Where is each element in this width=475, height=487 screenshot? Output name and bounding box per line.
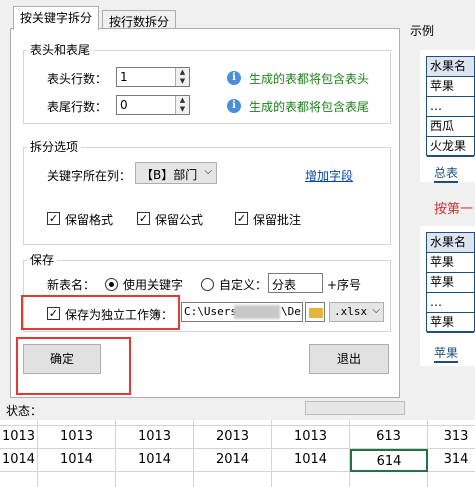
progress-bar: [305, 401, 405, 415]
header-rows-label: 表头行数：: [47, 72, 108, 86]
header-hint: 生成的表都将包含表头: [249, 72, 370, 86]
custom-name-radio[interactable]: [201, 278, 214, 291]
footer-hint: 生成的表都将包含表尾: [249, 100, 370, 114]
grid-cell[interactable]: 314: [428, 449, 475, 472]
example-bottom-table: 水果名 苹果 苹果… 苹果: [426, 232, 475, 333]
grid-cell[interactable]: 1013: [272, 426, 350, 449]
keep-format-checkbox[interactable]: ✓: [47, 212, 60, 225]
example-row: …: [427, 97, 474, 117]
grid-cell[interactable]: 1013: [116, 426, 194, 449]
chevron-down-icon: ⌵: [372, 305, 380, 316]
keyword-column-label: 关键字所在列：: [47, 169, 132, 183]
grid-cell[interactable]: 1014: [0, 449, 38, 472]
highlight-standalone: [21, 295, 180, 330]
spin-up-icon[interactable]: ▲: [175, 96, 189, 105]
grid-cell[interactable]: 1014: [116, 449, 194, 472]
info-icon: i: [227, 71, 241, 85]
split-dialog: 按关键字拆分 按行数拆分 表头和表尾 表头行数： 1 ▲ ▼ i 生成的表都将包…: [0, 0, 475, 420]
example-row: 西瓜: [427, 117, 474, 137]
grid-cell[interactable]: [194, 472, 272, 487]
grid-cell[interactable]: 1014: [272, 449, 350, 472]
example-top-table: 水果名 苹果… 西瓜 火龙果: [426, 56, 475, 157]
suffix-label: +序号: [327, 278, 362, 292]
use-keyword-label: 使用关键字: [123, 278, 184, 292]
grid-cell[interactable]: [428, 472, 475, 487]
extension-select[interactable]: .xlsx ⌵: [329, 302, 384, 322]
grid-cell[interactable]: [0, 472, 38, 487]
custom-name-label: 自定义：: [219, 278, 268, 292]
example-row: 火龙果: [427, 137, 474, 157]
example-row: 苹果: [427, 253, 474, 273]
example-caption: 按第一: [434, 202, 474, 217]
example-bottom-tab: 苹果: [434, 344, 459, 363]
footer-rows-value: 0: [120, 98, 128, 112]
example-row: 苹果: [427, 77, 474, 97]
keyword-column-select[interactable]: 【B】部门 ⌵: [135, 162, 217, 184]
grid-cell[interactable]: 313: [428, 426, 475, 449]
add-field-link[interactable]: 增加字段: [305, 167, 353, 184]
keep-formula-checkbox[interactable]: ✓: [137, 212, 150, 225]
example-panel: 水果名 苹果… 西瓜 火龙果 总表: [420, 50, 475, 183]
spin-down-icon[interactable]: ▼: [175, 105, 189, 114]
new-sheet-name-label: 新表名：: [47, 278, 96, 292]
save-path-end: \De: [281, 305, 301, 318]
footer-rows-spinner[interactable]: 0 ▲ ▼: [116, 95, 190, 115]
example-title: 示例: [410, 24, 435, 38]
grid-cell[interactable]: [272, 472, 350, 487]
example-row: 苹果: [427, 313, 474, 333]
keep-comment-checkbox[interactable]: ✓: [235, 212, 248, 225]
header-rows-spinner[interactable]: 1 ▲ ▼: [116, 67, 190, 87]
status-label: 状态：: [6, 404, 43, 418]
grid-cell[interactable]: 1013: [0, 426, 38, 449]
example-row: 水果名: [427, 233, 474, 253]
spin-up-icon[interactable]: ▲: [175, 68, 189, 77]
example-row: 苹果: [427, 273, 474, 293]
header-footer-title: 表头和表尾: [27, 41, 94, 58]
highlight-ok: [16, 337, 131, 395]
custom-name-input[interactable]: 分表: [268, 273, 323, 293]
save-path-start: C:\Users: [184, 305, 237, 318]
save-title: 保存: [27, 251, 58, 268]
exit-button[interactable]: 退出: [309, 344, 389, 374]
grid-cell[interactable]: 614: [350, 449, 428, 472]
chevron-down-icon: ⌵: [204, 166, 212, 177]
save-path-input[interactable]: C:\Users \De: [181, 302, 303, 322]
keep-comment-label: 保留批注: [253, 213, 302, 227]
example-row: …: [427, 293, 474, 313]
split-options-title: 拆分选项: [27, 138, 82, 155]
header-rows-value: 1: [120, 70, 128, 84]
grid-cell[interactable]: [38, 472, 116, 487]
example-row: 水果名: [427, 57, 474, 77]
example-panel-2: 水果名 苹果 苹果… 苹果 苹果: [420, 226, 475, 366]
keep-formula-label: 保留公式: [155, 213, 204, 227]
use-keyword-radio[interactable]: [105, 278, 118, 291]
grid-cell[interactable]: 1013: [38, 426, 116, 449]
keep-format-label: 保留格式: [65, 213, 114, 227]
redacted-path: [234, 305, 280, 319]
grid-cell[interactable]: [350, 472, 428, 487]
grid-cell[interactable]: 1014: [38, 449, 116, 472]
grid-cell[interactable]: 613: [350, 426, 428, 449]
folder-shape: [309, 308, 323, 318]
grid-cell[interactable]: 2013: [194, 426, 272, 449]
spin-down-icon[interactable]: ▼: [175, 77, 189, 86]
example-top-tab: 总表: [434, 164, 459, 183]
grid-cell[interactable]: 2014: [194, 449, 272, 472]
keyword-column-value: 【B】部门: [141, 168, 198, 182]
custom-name-value: 分表: [272, 278, 297, 292]
folder-icon[interactable]: [305, 302, 325, 322]
footer-rows-label: 表尾行数：: [47, 100, 108, 114]
info-icon: i: [227, 99, 241, 113]
tab-split-by-keyword[interactable]: 按关键字拆分: [13, 6, 100, 30]
extension-value: .xlsx: [334, 305, 368, 318]
grid-cell[interactable]: [116, 472, 194, 487]
